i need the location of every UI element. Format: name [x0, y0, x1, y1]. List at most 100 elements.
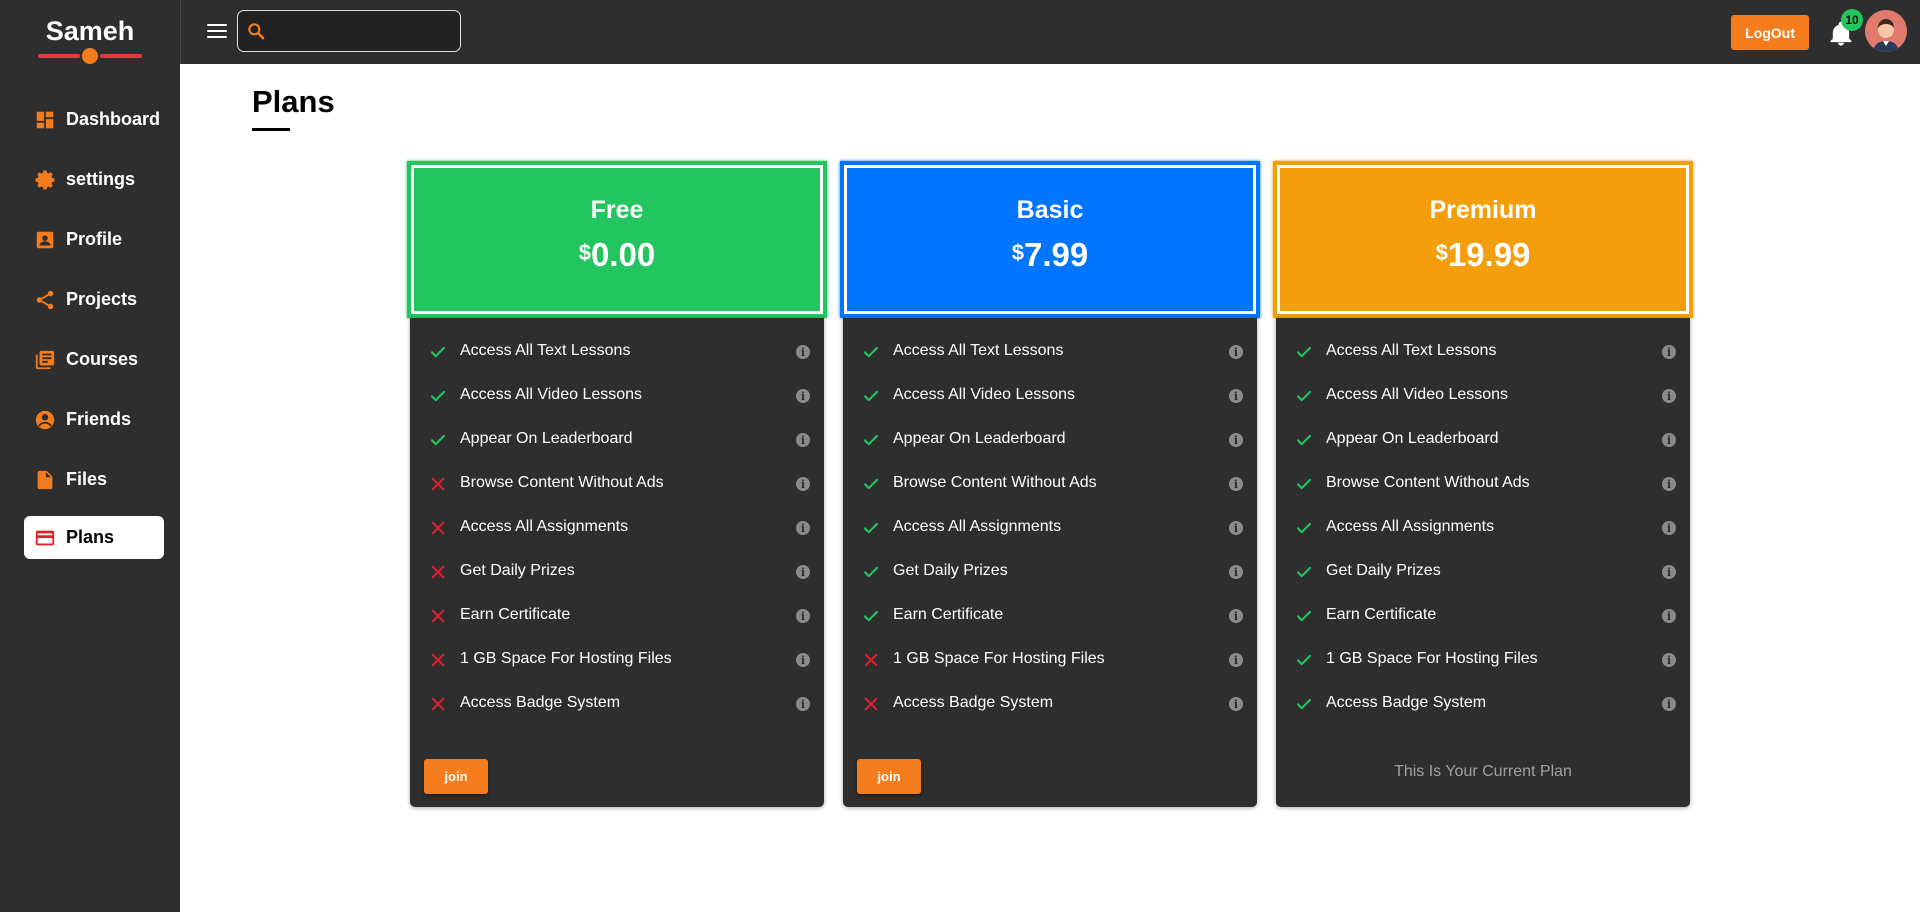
info-icon[interactable]: i	[796, 653, 810, 667]
cross-icon	[429, 651, 447, 669]
sidebar-item-label: Dashboard	[66, 109, 161, 129]
info-icon[interactable]: i	[1229, 609, 1243, 623]
info-icon[interactable]: i	[796, 477, 810, 491]
check-icon	[1295, 651, 1313, 669]
check-icon	[862, 475, 880, 493]
info-icon[interactable]: i	[796, 521, 810, 535]
feature-row: Access All Assignments i	[410, 506, 824, 550]
check-icon	[862, 343, 880, 361]
info-icon[interactable]: i	[1229, 697, 1243, 711]
feature-label: Access All Text Lessons	[893, 342, 1064, 359]
search-input[interactable]	[272, 17, 452, 45]
currency-symbol: $	[1011, 240, 1024, 265]
feature-row: Access All Text Lessons i	[410, 330, 824, 374]
plan-name: Basic	[1016, 196, 1084, 224]
currency-symbol: $	[578, 240, 591, 265]
feature-row: 1 GB Space For Hosting Files i	[843, 638, 1257, 682]
feature-row: Earn Certificate i	[410, 594, 824, 638]
feature-label: Access All Video Lessons	[1326, 386, 1509, 403]
info-icon[interactable]: i	[1662, 345, 1676, 359]
plan-card-free: Free $0.00 Access All Text Lessons i Access …	[407, 161, 827, 809]
feature-row: Access All Text Lessons i	[843, 330, 1257, 374]
info-icon[interactable]: i	[796, 697, 810, 711]
plan-price: $7.99	[847, 236, 1253, 274]
info-icon[interactable]: i	[1229, 477, 1243, 491]
info-icon[interactable]: i	[1662, 697, 1676, 711]
plan-name: Premium	[1429, 196, 1537, 224]
feature-row: Access All Assignments i	[843, 506, 1257, 550]
check-icon	[1295, 695, 1313, 713]
info-icon[interactable]: i	[1662, 609, 1676, 623]
sidebar-item-plans[interactable]: Plans	[24, 516, 164, 559]
info-icon[interactable]: i	[1662, 653, 1676, 667]
sidebar-item-profile[interactable]: Profile	[24, 218, 164, 261]
feature-label: Get Daily Prizes	[1326, 562, 1441, 579]
info-icon[interactable]: i	[796, 565, 810, 579]
sidebar-item-label: Profile	[66, 229, 123, 249]
feature-row: Access All Video Lessons i	[1276, 374, 1690, 418]
brand-name: Sameh	[45, 16, 135, 46]
info-icon[interactable]: i	[1662, 521, 1676, 535]
info-icon[interactable]: i	[1229, 565, 1243, 579]
feature-row: 1 GB Space For Hosting Files i	[410, 638, 824, 682]
feature-row: Get Daily Prizes i	[843, 550, 1257, 594]
gear-icon	[34, 169, 56, 191]
info-icon[interactable]: i	[1229, 653, 1243, 667]
info-icon[interactable]: i	[1229, 521, 1243, 535]
sidebar-item-friends[interactable]: Friends	[24, 398, 164, 441]
check-icon	[862, 387, 880, 405]
plan-features: Access All Text Lessons i Access All Video…	[1276, 318, 1690, 807]
brand-logo[interactable]: Sameh	[0, 0, 180, 64]
info-icon[interactable]: i	[796, 389, 810, 403]
feature-label: Access Badge System	[1326, 694, 1487, 711]
check-icon	[862, 607, 880, 625]
plan-price: $0.00	[414, 236, 820, 274]
feature-label: Access All Video Lessons	[460, 386, 643, 403]
join-button[interactable]: join	[857, 759, 921, 794]
check-icon	[1295, 387, 1313, 405]
feature-row: Browse Content Without Ads i	[410, 462, 824, 506]
menu-icon[interactable]	[207, 22, 227, 40]
dashboard-icon	[34, 109, 56, 131]
plan-features: Access All Text Lessons i Access All Video…	[843, 318, 1257, 807]
sidebar-item-label: settings	[66, 169, 136, 189]
sidebar-item-label: Friends	[66, 409, 132, 429]
price-value: 0.00	[591, 236, 656, 273]
feature-row: Earn Certificate i	[843, 594, 1257, 638]
sidebar-item-dashboard[interactable]: Dashboard	[24, 98, 164, 141]
info-icon[interactable]: i	[1229, 433, 1243, 447]
check-icon	[429, 387, 447, 405]
sidebar-item-projects[interactable]: Projects	[24, 278, 164, 321]
info-icon[interactable]: i	[1662, 565, 1676, 579]
page-title: Plans	[252, 84, 335, 119]
info-icon[interactable]: i	[1229, 345, 1243, 359]
logout-button[interactable]: LogOut	[1731, 15, 1809, 50]
feature-row: Get Daily Prizes i	[410, 550, 824, 594]
feature-label: Access All Video Lessons	[893, 386, 1076, 403]
info-icon[interactable]: i	[1229, 389, 1243, 403]
info-icon[interactable]: i	[1662, 433, 1676, 447]
search-box[interactable]	[237, 10, 461, 52]
cross-icon	[429, 563, 447, 581]
info-icon[interactable]: i	[796, 345, 810, 359]
check-icon	[429, 431, 447, 449]
info-icon[interactable]: i	[796, 609, 810, 623]
sidebar-item-files[interactable]: Files	[24, 458, 164, 501]
plan-name: Free	[590, 196, 644, 224]
check-icon	[862, 431, 880, 449]
feature-label: Appear On Leaderboard	[893, 430, 1066, 447]
sidebar-item-settings[interactable]: settings	[24, 158, 164, 201]
cross-icon	[429, 475, 447, 493]
check-icon	[1295, 607, 1313, 625]
feature-row: Browse Content Without Ads i	[1276, 462, 1690, 506]
avatar[interactable]	[1865, 10, 1907, 52]
plan-header: Free $0.00	[407, 161, 827, 318]
file-icon	[34, 469, 56, 491]
info-icon[interactable]: i	[1662, 477, 1676, 491]
info-icon[interactable]: i	[1662, 389, 1676, 403]
join-button[interactable]: join	[424, 759, 488, 794]
feature-row: Access All Assignments i	[1276, 506, 1690, 550]
sidebar-item-courses[interactable]: Courses	[24, 338, 164, 381]
feature-row: Access All Text Lessons i	[1276, 330, 1690, 374]
info-icon[interactable]: i	[796, 433, 810, 447]
